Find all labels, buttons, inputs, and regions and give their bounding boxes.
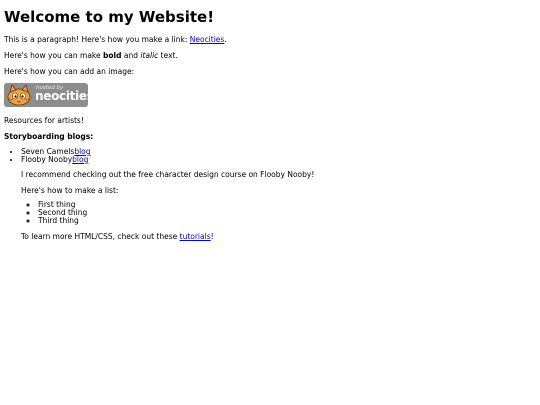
badge-brand-text: neocities <box>35 89 94 103</box>
neocities-link[interactable]: Neocities <box>190 35 225 44</box>
blog-link[interactable]: blog <box>72 155 88 164</box>
intro-paragraph: This is a paragraph! Here's how you make… <box>4 35 534 44</box>
formatting-text-end: text. <box>158 51 178 60</box>
hosted-by-neocities-badge: hosted by neocities <box>4 83 94 107</box>
list-intro-paragraph: Here's how to make a list: <box>21 186 119 195</box>
intro-text: This is a paragraph! Here's how you make… <box>4 35 190 44</box>
formatting-paragraph: Here's how you can make bold and italic … <box>4 51 534 60</box>
sample-list: First thing Second thing Third thing <box>21 201 534 225</box>
tutorials-link[interactable]: tutorials <box>180 232 211 241</box>
learn-more-paragraph: To learn more HTML/CSS, check out these … <box>21 232 534 241</box>
page-title: Welcome to my Website! <box>4 8 215 26</box>
recommend-paragraph: I recommend checking out the free charac… <box>21 170 315 179</box>
list-item: Flooby Noobyblog I recommend checking ou… <box>21 155 534 242</box>
intro-period: . <box>224 35 227 44</box>
list-item: Seven Camelsblog <box>21 148 534 156</box>
image-paragraph: Here's how you can add an image: <box>4 67 135 76</box>
formatting-text-middle: and <box>121 51 141 60</box>
learn-exclaim: ! <box>210 232 214 241</box>
list-item: First thing <box>38 201 534 209</box>
learn-text: To learn more HTML/CSS, check out these <box>21 232 180 241</box>
nested-content: I recommend checking out the free charac… <box>21 170 534 241</box>
resources-paragraph: Resources for artists! <box>4 116 84 125</box>
neocities-cat-icon <box>7 84 31 106</box>
formatting-text-start: Here's how you can make <box>4 51 103 60</box>
list-item: Second thing <box>38 209 534 217</box>
blog-name: Flooby Nooby <box>21 155 73 164</box>
page-content: Welcome to my Website! This is a paragra… <box>4 0 534 241</box>
blogs-list: Seven Camelsblog Flooby Noobyblog I reco… <box>4 148 534 242</box>
list-item: Third thing <box>38 217 534 225</box>
italic-text: italic <box>140 51 159 60</box>
bold-text: bold <box>103 51 122 60</box>
blogs-heading: Storyboarding blogs: <box>4 132 94 141</box>
image-row: hosted by neocities <box>4 83 534 107</box>
